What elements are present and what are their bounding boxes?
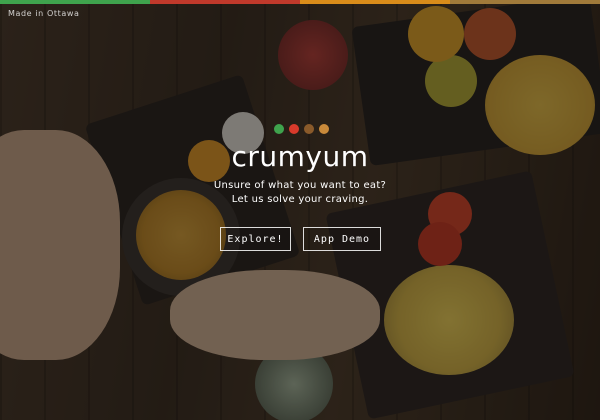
tagline-line-2: Let us solve your craving.	[231, 194, 369, 205]
location-note: Made in Ottawa	[8, 9, 80, 18]
dot-green	[274, 124, 284, 134]
dot-red	[289, 124, 299, 134]
topbar-segment-red	[150, 0, 300, 4]
dark-overlay	[0, 0, 600, 420]
topbar-segment-tan	[450, 0, 600, 4]
hero-background	[0, 0, 600, 420]
brand-dots	[274, 124, 329, 134]
tagline-line-1: Unsure of what you want to eat?	[213, 180, 387, 191]
app-demo-button[interactable]: App Demo	[303, 227, 381, 251]
topbar-segment-orange	[300, 0, 450, 4]
topbar-segment-green	[0, 0, 150, 4]
dot-tan	[319, 124, 329, 134]
color-topbar	[0, 0, 600, 4]
dot-brown	[304, 124, 314, 134]
logo-text: crumyum	[231, 140, 369, 173]
explore-button[interactable]: Explore!	[220, 227, 291, 251]
